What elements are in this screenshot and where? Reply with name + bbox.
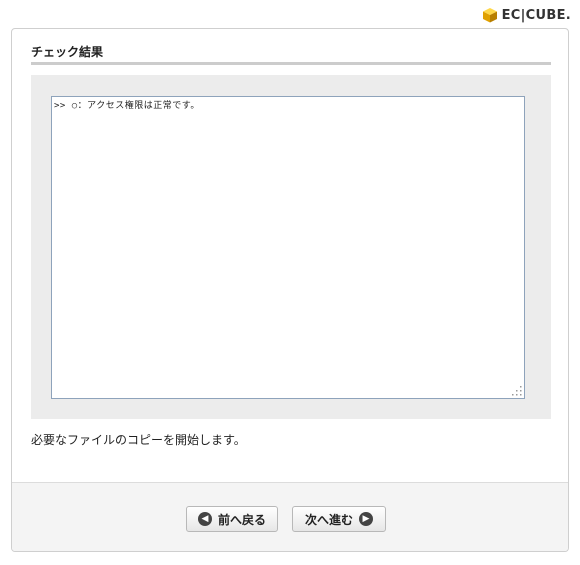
next-button-label: 次へ進む: [304, 512, 353, 527]
ec-cube-logo: EC|CUBE.: [482, 5, 571, 25]
check-result-textarea[interactable]: >> ○：アクセス権限は正常です。: [51, 96, 525, 399]
check-result-panel: >> ○：アクセス権限は正常です。: [31, 75, 551, 419]
title-divider: [31, 62, 551, 65]
cube-logo-icon: [482, 8, 497, 23]
chevron-left-icon: ◀: [197, 512, 212, 526]
back-button[interactable]: ◀ 前へ戻る: [186, 506, 278, 532]
install-dialog: チェック結果 >> ○：アクセス権限は正常です。 必要なファイルのコピーを開始し…: [11, 28, 569, 552]
back-button-label: 前へ戻る: [217, 512, 266, 527]
chevron-right-icon: ▶: [359, 512, 373, 526]
status-message: 必要なファイルのコピーを開始します。: [31, 433, 246, 447]
logo-text: EC|CUBE.: [501, 7, 571, 23]
page-title: チェック結果: [31, 45, 104, 59]
resize-grip-icon[interactable]: [512, 386, 522, 396]
button-bar: ◀ 前へ戻る 次へ進む ▶: [12, 482, 568, 551]
check-result-text: >> ○：アクセス権限は正常です。: [54, 101, 200, 111]
next-button[interactable]: 次へ進む ▶: [292, 506, 386, 532]
